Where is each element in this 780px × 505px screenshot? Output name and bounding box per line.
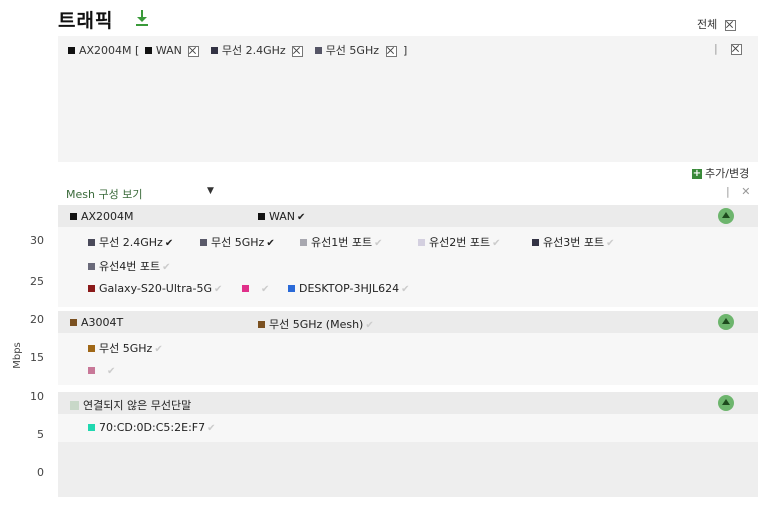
mesh-view-toggle[interactable]: Mesh 구성 보기 xyxy=(66,186,142,202)
device-group-header: AX2004M WAN ✔ xyxy=(58,205,758,227)
device-group-header: 연결되지 않은 무선단말 xyxy=(58,392,758,414)
client-item[interactable]: 무선 5GHz ✔ xyxy=(200,234,275,250)
uplink-item[interactable]: 무선 5GHz (Mesh) ✔ xyxy=(258,316,374,332)
client-item[interactable]: Galaxy-S20-Ultra-5G ✔ xyxy=(88,282,222,295)
top-panel-controls: | xyxy=(714,42,743,55)
y-tick: 5 xyxy=(37,428,44,441)
wan-color-swatch xyxy=(144,47,152,54)
client-item[interactable]: ✔ xyxy=(88,364,115,377)
legend-wan: WAN xyxy=(155,44,182,57)
device-name[interactable]: 연결되지 않은 무선단말 xyxy=(70,397,191,413)
y-tick: 0 xyxy=(37,466,44,479)
y-tick: 15 xyxy=(30,351,44,364)
y-tick: 10 xyxy=(30,390,44,403)
client-item[interactable]: 유선1번 포트 ✔ xyxy=(300,234,383,250)
mesh-view-bar xyxy=(58,181,758,203)
device-clients: 무선 2.4GHz ✔ 무선 5GHz ✔ 유선1번 포트 ✔ 유선2번 포트 ✔ 유선… xyxy=(58,227,758,307)
remove-w24-icon[interactable] xyxy=(292,45,304,57)
client-item[interactable]: DESKTOP-3HJL624 ✔ xyxy=(288,282,410,295)
device-clients: 무선 5GHz ✔ ✔ xyxy=(58,333,758,385)
close-chart-icon[interactable] xyxy=(731,43,743,55)
w24-color-swatch xyxy=(210,47,218,54)
device-color-swatch xyxy=(68,47,75,54)
w5-color-swatch xyxy=(314,47,322,54)
client-item[interactable]: 유선3번 포트 ✔ xyxy=(532,234,615,250)
device-name[interactable]: A3004T xyxy=(70,316,123,329)
legend-w5: 무선 5GHz xyxy=(325,44,379,57)
client-item[interactable]: ✔ xyxy=(242,282,269,295)
close-box-icon[interactable] xyxy=(724,19,736,31)
legend-w24: 무선 2.4GHz xyxy=(221,44,286,57)
client-item[interactable]: 무선 2.4GHz ✔ xyxy=(88,234,173,250)
collapse-icon[interactable] xyxy=(718,314,734,330)
close-icon[interactable]: ✕ xyxy=(741,185,750,198)
device-group-header: A3004T 무선 5GHz (Mesh) ✔ xyxy=(58,311,758,333)
y-tick: 30 xyxy=(30,234,44,247)
mesh-close-controls: | ✕ xyxy=(726,185,750,198)
chart-area xyxy=(58,442,758,497)
chevron-down-icon[interactable]: ▼ xyxy=(207,186,214,196)
y-tick: 25 xyxy=(30,275,44,288)
bracket-close: ] xyxy=(403,44,408,57)
remove-wan-icon[interactable] xyxy=(188,45,200,57)
legend-device: AX2004M xyxy=(79,44,132,57)
bracket-open: [ xyxy=(135,44,140,57)
all-label: 전체 xyxy=(697,18,718,31)
client-item[interactable]: 유선2번 포트 ✔ xyxy=(418,234,501,250)
add-change-button[interactable]: + 추가/변경 xyxy=(692,165,749,181)
remove-w5-icon[interactable] xyxy=(385,45,397,57)
collapse-icon[interactable] xyxy=(718,395,734,411)
add-change-label: 추가/변경 xyxy=(705,167,750,180)
client-item[interactable]: 70:CD:0D:C5:2E:F7 ✔ xyxy=(88,421,216,434)
select-all-toggle[interactable]: 전체 xyxy=(697,16,736,32)
top-legend: AX2004M [ WAN 무선 2.4GHz 무선 5GHz ] xyxy=(68,42,407,58)
pipe-separator: | xyxy=(714,42,718,55)
y-tick: 20 xyxy=(30,313,44,326)
device-name[interactable]: AX2004M xyxy=(70,210,134,223)
page-title: 트래픽 xyxy=(58,10,114,32)
download-icon[interactable] xyxy=(134,9,150,27)
client-item[interactable]: 무선 5GHz ✔ xyxy=(88,340,163,356)
client-item[interactable]: 유선4번 포트 ✔ xyxy=(88,258,171,274)
collapse-icon[interactable] xyxy=(718,208,734,224)
uplink-item[interactable]: WAN ✔ xyxy=(258,210,305,223)
plus-icon: + xyxy=(692,168,702,179)
device-clients: 70:CD:0D:C5:2E:F7 ✔ xyxy=(58,414,758,442)
pipe-separator: | xyxy=(726,185,730,198)
